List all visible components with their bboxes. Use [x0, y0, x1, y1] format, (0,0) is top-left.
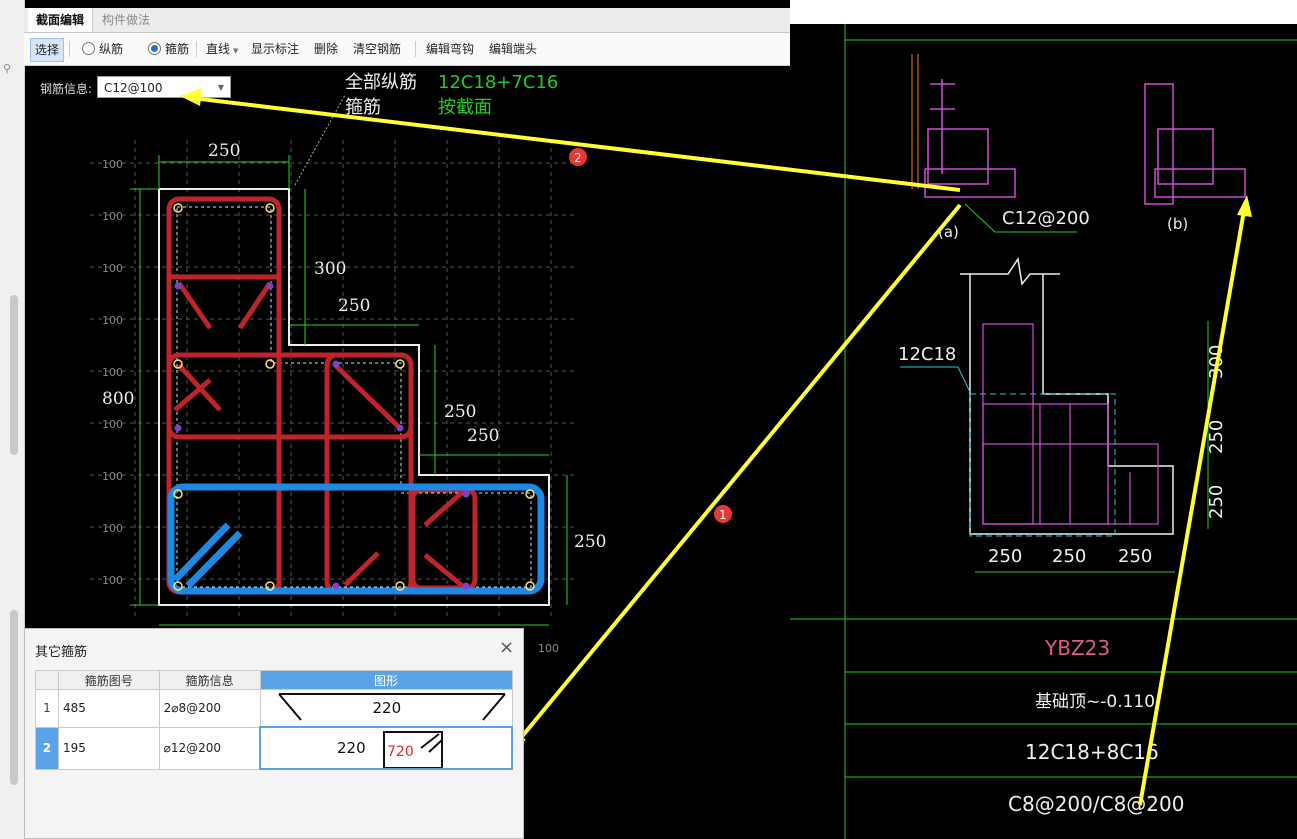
close-icon[interactable]: × [499, 637, 514, 658]
shape-2-svg [383, 731, 443, 768]
column-header[interactable]: 箍筋图号 [57, 670, 160, 690]
marker-1: 1 [719, 508, 727, 522]
shape-value: 220 [337, 739, 366, 757]
stirrup-code-cell[interactable]: 195 [57, 726, 160, 770]
marker-2: 2 [574, 151, 582, 165]
shape-value: 220 [372, 699, 402, 717]
row-number: 1 [35, 689, 59, 728]
shape-cell-selected[interactable]: 220 720 [259, 726, 513, 770]
other-stirrups-dialog: 其它箍筋 × 箍筋图号 箍筋信息 图形 1 485 2⌀8@200 220 2 … [24, 628, 524, 839]
column-header[interactable]: 图形 [259, 670, 513, 690]
column-header[interactable]: 箍筋信息 [158, 670, 261, 690]
row-number: 2 [35, 726, 59, 770]
stirrup-code-cell[interactable]: 485 [57, 689, 160, 728]
table-row[interactable]: 1 485 2⌀8@200 220 [35, 689, 513, 728]
stirrup-info-cell[interactable]: ⌀12@200 [158, 726, 261, 770]
shape-value-red: 720 [387, 744, 414, 760]
dialog-title: 其它箍筋 [35, 645, 88, 660]
shape-cell[interactable]: 220 [259, 689, 513, 728]
table-row[interactable]: 2 195 ⌀12@200 220 720 [35, 726, 513, 770]
stirrup-info-cell[interactable]: 2⌀8@200 [158, 689, 261, 728]
table-corner [35, 670, 59, 690]
stirrup-table: 箍筋图号 箍筋信息 图形 1 485 2⌀8@200 220 2 195 ⌀12… [35, 670, 513, 770]
